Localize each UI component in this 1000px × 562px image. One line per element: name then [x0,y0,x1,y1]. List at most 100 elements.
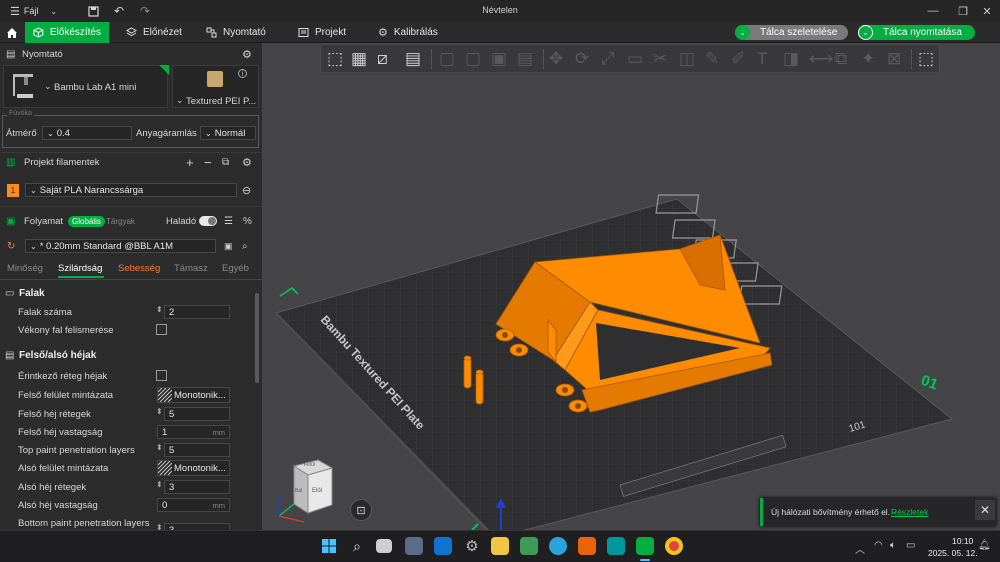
clock-date[interactable]: 2025. 05. 12. [928,548,978,558]
save-button[interactable] [82,0,105,22]
tab-project[interactable]: Projekt [290,22,354,43]
fusion-app-icon[interactable] [578,537,596,555]
tab-preview[interactable]: Előnézet [118,22,190,43]
cube-icon [33,27,44,38]
top-paint-input[interactable]: 5 [164,443,230,457]
telegram-icon[interactable] [549,537,567,555]
settings-scrollbar[interactable] [255,293,259,383]
search-icon[interactable]: ⌕ [242,241,248,252]
bottom-layers-input[interactable]: 3 [164,480,230,494]
arduino-icon[interactable] [607,537,625,555]
printer-settings-gear-icon[interactable]: ⚙ [242,48,252,61]
tab-prepare[interactable]: Előkészítés [25,22,109,43]
show-hidden-icons-chevron-icon[interactable]: ︿ [855,541,865,556]
filament-remove-circle-icon[interactable]: ⊖ [242,184,251,197]
windows-start-icon[interactable] [320,537,338,555]
close-button[interactable]: ✕ [972,0,1000,22]
wall-loops-stepper[interactable]: ⬍ [156,305,163,314]
outlook-icon[interactable] [434,537,452,555]
tab-project-label: Projekt [315,27,347,38]
notification-details-link[interactable]: Részletek [891,507,928,517]
diameter-select[interactable]: ⌄ 0.4 [42,126,132,140]
notification-close-icon[interactable]: ✕ [975,500,995,520]
top-layers-stepper[interactable]: ⬍ [156,407,163,416]
wifi-icon[interactable]: ◠ [874,540,883,551]
pattern-icon [158,388,172,402]
info-icon[interactable]: i [238,69,247,78]
plate-number: 01 [919,372,940,394]
bambu-studio-taskbar-icon[interactable] [636,537,654,555]
flow-select[interactable]: ⌄ Normál [200,126,256,140]
search-taskbar-icon[interactable]: ⌕ [348,537,366,555]
clock-time[interactable]: 10:10 [952,536,973,546]
fit-view-button[interactable]: ⊡ [350,499,372,521]
file-explorer-icon[interactable] [491,537,509,555]
top-thickness-label: Felső héj vastagság [18,427,103,438]
undo-button[interactable]: ↶ [108,0,130,22]
subtab-strength[interactable]: Szilárdság [58,263,102,274]
save-preset-icon[interactable]: ▣ [224,241,233,252]
thin-wall-checkbox[interactable] [156,324,167,335]
top-pattern-select[interactable]: Monotonik... [157,387,230,403]
bottom-thickness-input[interactable]: 0 mm [157,498,230,512]
pattern-icon [158,461,172,475]
settings-taskbar-icon[interactable]: ⚙ [463,537,481,555]
print-dropdown-toggle[interactable]: ⌄ [858,25,873,40]
tab-calibration[interactable]: ⚙ Kalibrálás [370,22,446,43]
filament-select[interactable]: ⌄ Saját PLA Narancssárga [25,183,237,197]
slice-dropdown-toggle[interactable]: ⌄ [735,25,750,40]
top-layers-input[interactable]: 5 [164,407,230,421]
advanced-switch[interactable] [199,216,217,226]
process-preset-select[interactable]: ⌄ * 0.20mm Standard @BBL A1M [25,239,216,253]
bottom-paint-input[interactable]: 3 [164,523,230,530]
tab-prepare-label: Előkészítés [49,27,101,38]
image-app-icon[interactable] [520,537,538,555]
print-plate-button[interactable]: ⌄ Tálca nyomtatása [858,25,975,40]
bottom-layers-stepper[interactable]: ⬍ [156,480,163,489]
remove-filament-icon[interactable]: − [204,155,212,170]
subtab-active-indicator [58,276,104,278]
battery-icon[interactable]: ▭ [906,540,915,551]
title-bar: Névtelen ☰ Fájl ⌄ ↶ ↷ — ❐ ✕ [0,0,1000,22]
3d-viewport[interactable]: ⬚ ▦ ⧄ ▤ ▢ ▢ ▣ ▤ ✥ ⟳ ⤢ ▭ ✂ ◫ ✎ ✐ T ◨ ⟷ ⧉ … [262,43,1000,530]
bottom-pattern-select[interactable]: Monotonik... [157,460,230,476]
minimize-button[interactable]: — [918,0,948,22]
tab-device[interactable]: Nyomtató [198,22,274,43]
redo-button[interactable]: ↷ [134,0,156,22]
wall-loops-input[interactable]: 2 [164,305,230,319]
subtab-support[interactable]: Támasz [174,263,208,274]
shells-header: ▤ Felső/alsó héjak [0,348,262,362]
advanced-label: Haladó [166,215,197,227]
interface-shells-checkbox[interactable] [156,370,167,381]
add-filament-icon[interactable]: + [186,155,194,170]
notifications-bell-icon[interactable]: 🔔︎ [978,540,991,551]
filament-slot-badge[interactable]: 1 [7,183,19,197]
top-paint-stepper[interactable]: ⬍ [156,443,163,452]
printer-selector[interactable]: ⌄ Bambu Lab A1 mini [3,65,169,108]
bottom-paint-stepper[interactable]: ⬍ [156,523,163,530]
subtab-others[interactable]: Egyéb [222,263,249,274]
reset-preset-icon[interactable]: ↻ [7,241,15,252]
objects-toggle[interactable]: Tárgyak [106,217,135,226]
list-icon[interactable]: ☰ [224,216,233,227]
nozzle-group-title: Fúvóka [7,110,34,117]
slice-plate-button[interactable]: ⌄ Tálca szeletelése [735,25,848,40]
volume-icon[interactable]: 🔈︎ [890,540,896,551]
chrome-icon[interactable] [665,537,683,555]
filament-settings-gear-icon[interactable]: ⚙ [242,156,252,169]
file-menu[interactable]: ☰ Fájl ⌄ [4,0,63,22]
printer-device-icon [206,27,217,38]
subtab-quality[interactable]: Minőség [7,263,43,274]
calculator-icon[interactable] [405,537,423,555]
task-view-icon[interactable] [376,539,392,553]
home-button[interactable] [0,22,24,43]
walls-icon: ▭ [5,287,15,299]
percent-icon[interactable]: % [243,216,252,227]
process-subtabs: Minőség Szilárdság Sebesség Támasz Egyéb [0,260,262,278]
subtab-speed[interactable]: Sebesség [118,263,160,274]
plate-type-selector[interactable]: i ⌄ Textured PEI P... [172,65,259,108]
global-toggle[interactable]: Globális [68,215,105,227]
filament-sync-icon[interactable]: ⧉ [222,157,229,168]
view-cube[interactable]: Felül Elöl Bal [274,458,338,524]
top-thickness-input[interactable]: 1 mm [157,425,230,439]
